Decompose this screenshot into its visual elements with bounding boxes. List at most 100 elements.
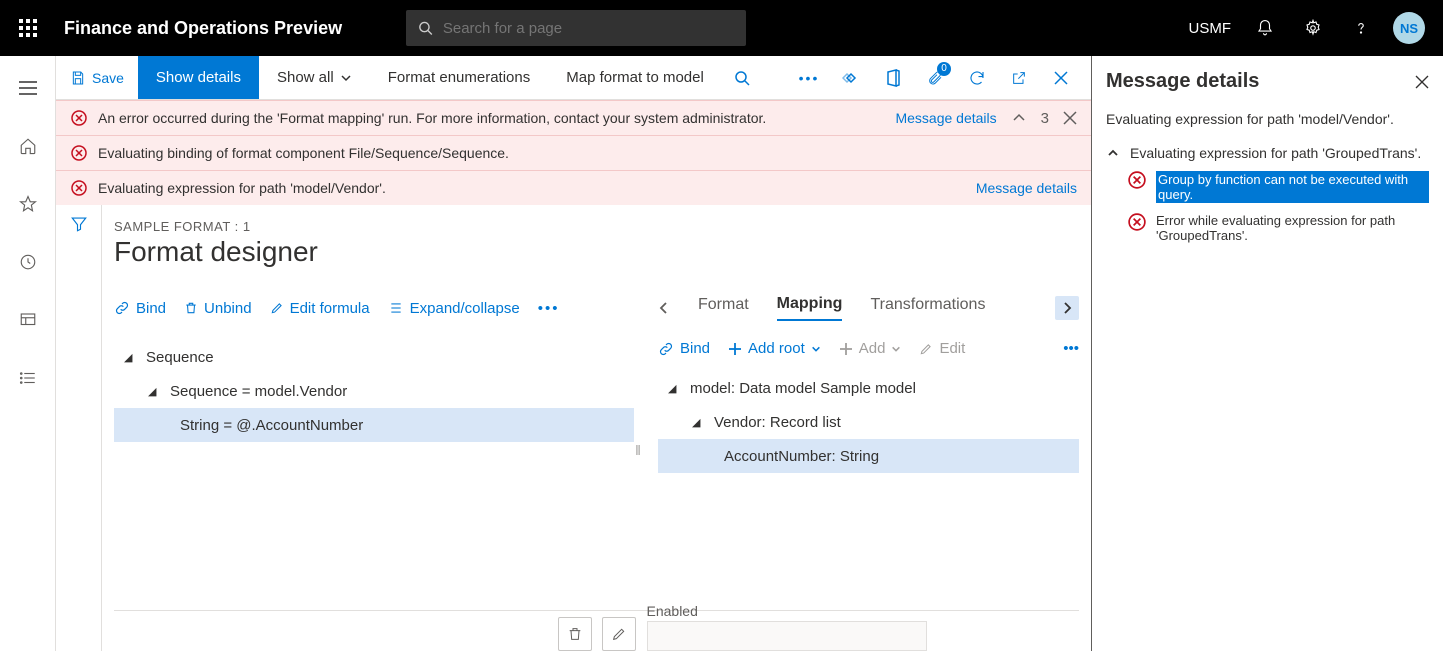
star-icon <box>19 195 37 213</box>
format-tree-pane: Bind Unbind Edit formula <box>114 290 634 610</box>
panel-group-header[interactable]: Evaluating expression for path 'GroupedT… <box>1106 145 1429 161</box>
save-label: Save <box>92 70 124 86</box>
chevron-up-icon[interactable] <box>1011 110 1027 126</box>
expand-collapse-button[interactable]: Expand/collapse <box>388 300 520 317</box>
close-icon[interactable] <box>1063 111 1077 125</box>
company-picker[interactable]: USMF <box>1189 20 1232 37</box>
refresh-button[interactable] <box>957 58 997 98</box>
vertical-splitter[interactable]: ǁ <box>634 290 642 610</box>
mapping-pane: Format Mapping Transformations Bind <box>642 290 1079 610</box>
chevron-down-icon <box>340 72 352 84</box>
tree-node[interactable]: ◢ Vendor: Record list <box>658 405 1079 439</box>
connector-button[interactable] <box>831 58 871 98</box>
enabled-input[interactable] <box>647 621 927 651</box>
avatar-initials: NS <box>1393 12 1425 44</box>
modules-button[interactable] <box>8 358 48 398</box>
bottom-toolbar: Enabled <box>114 610 1079 651</box>
show-details-button[interactable]: Show details <box>138 56 259 99</box>
more-button[interactable]: ••• <box>1063 340 1079 357</box>
message-details-link[interactable]: Message details <box>976 180 1077 196</box>
unbind-label: Unbind <box>204 300 252 317</box>
app-launcher-button[interactable] <box>0 0 56 56</box>
format-enumerations-button[interactable]: Format enumerations <box>370 56 549 99</box>
settings-button[interactable] <box>1291 0 1335 56</box>
error-icon <box>1128 213 1146 231</box>
edit-formula-button[interactable]: Edit formula <box>270 300 370 317</box>
edit-formula-label: Edit formula <box>290 300 370 317</box>
chevron-left-icon <box>658 301 670 315</box>
bind-button[interactable]: Bind <box>658 340 710 357</box>
map-format-button[interactable]: Map format to model <box>548 56 722 99</box>
tree-node-label: Sequence <box>146 349 214 366</box>
caret-down-icon: ◢ <box>668 382 682 395</box>
list-tree-icon <box>388 301 404 315</box>
notifications-button[interactable] <box>1243 0 1287 56</box>
tab-next-button[interactable] <box>1055 296 1079 320</box>
clock-icon <box>19 253 37 271</box>
edit-icon-button[interactable] <box>602 617 636 651</box>
bind-label: Bind <box>680 340 710 357</box>
caret-down-icon: ◢ <box>124 351 138 364</box>
filter-icon[interactable] <box>70 215 88 233</box>
hamburger-button[interactable] <box>8 68 48 108</box>
plus-icon <box>728 342 742 356</box>
search-icon <box>734 70 750 86</box>
panel-close-button[interactable] <box>1415 75 1429 89</box>
list-icon <box>19 369 37 387</box>
help-button[interactable] <box>1339 0 1383 56</box>
favorites-button[interactable] <box>8 184 48 224</box>
tree-node[interactable]: ◢ Sequence <box>114 340 634 374</box>
user-avatar[interactable]: NS <box>1387 0 1431 56</box>
attachments-button[interactable]: 0 <box>915 58 955 98</box>
close-button[interactable] <box>1041 58 1081 98</box>
tree-node[interactable]: ◢ model: Data model Sample model <box>658 371 1079 405</box>
save-button[interactable]: Save <box>56 56 138 99</box>
unbind-button[interactable]: Unbind <box>184 300 252 317</box>
breadcrumb: SAMPLE FORMAT : 1 <box>114 219 1079 234</box>
more-button[interactable]: ••• <box>538 300 560 317</box>
office-icon <box>885 69 901 87</box>
designer-body: SAMPLE FORMAT : 1 Format designer Bind <box>56 205 1091 651</box>
search-input[interactable] <box>443 20 734 37</box>
error-icon <box>1128 171 1146 189</box>
panel-subtitle: Evaluating expression for path 'model/Ve… <box>1106 111 1429 127</box>
show-all-button[interactable]: Show all <box>259 56 370 99</box>
plus-icon <box>839 342 853 356</box>
tab-format[interactable]: Format <box>698 296 749 320</box>
tree-node[interactable]: ◢ Sequence = model.Vendor <box>114 374 634 408</box>
office-button[interactable] <box>873 58 913 98</box>
bind-label: Bind <box>136 300 166 317</box>
appbar-right: USMF NS <box>1189 0 1443 56</box>
pencil-icon <box>611 626 627 642</box>
refresh-icon <box>968 69 986 87</box>
home-button[interactable] <box>8 126 48 166</box>
delete-button[interactable] <box>558 617 592 651</box>
tree-node-selected[interactable]: AccountNumber: String <box>658 439 1079 473</box>
message-row: An error occurred during the 'Format map… <box>56 101 1091 136</box>
help-icon <box>1352 19 1370 37</box>
page-title: Format designer <box>114 236 1079 268</box>
more-button[interactable]: ••• <box>789 58 829 98</box>
message-details-link[interactable]: Message details <box>895 110 996 126</box>
popout-button[interactable] <box>999 58 1039 98</box>
ellipsis-icon: ••• <box>799 70 820 86</box>
bind-button[interactable]: Bind <box>114 300 166 317</box>
panel-error-item[interactable]: Group by function can not be executed wi… <box>1106 171 1429 203</box>
workspaces-button[interactable] <box>8 300 48 340</box>
tab-mapping[interactable]: Mapping <box>777 295 843 321</box>
global-search[interactable] <box>406 10 746 46</box>
tab-prev-button[interactable] <box>658 301 670 315</box>
app-title: Finance and Operations Preview <box>64 18 342 39</box>
message-text: Evaluating expression for path 'model/Ve… <box>98 180 386 196</box>
tree-node-selected[interactable]: String = @.AccountNumber <box>114 408 634 442</box>
save-icon <box>70 70 86 86</box>
add-root-button[interactable]: Add root <box>728 340 821 357</box>
chevron-down-icon <box>891 344 901 354</box>
edit-button: Edit <box>919 340 965 357</box>
find-button[interactable] <box>722 58 762 98</box>
recent-button[interactable] <box>8 242 48 282</box>
tab-transformations[interactable]: Transformations <box>870 296 985 320</box>
chevron-up-icon <box>1106 146 1120 160</box>
panel-error-item[interactable]: Error while evaluating expression for pa… <box>1106 213 1429 243</box>
enabled-field-group: Enabled <box>647 603 927 651</box>
